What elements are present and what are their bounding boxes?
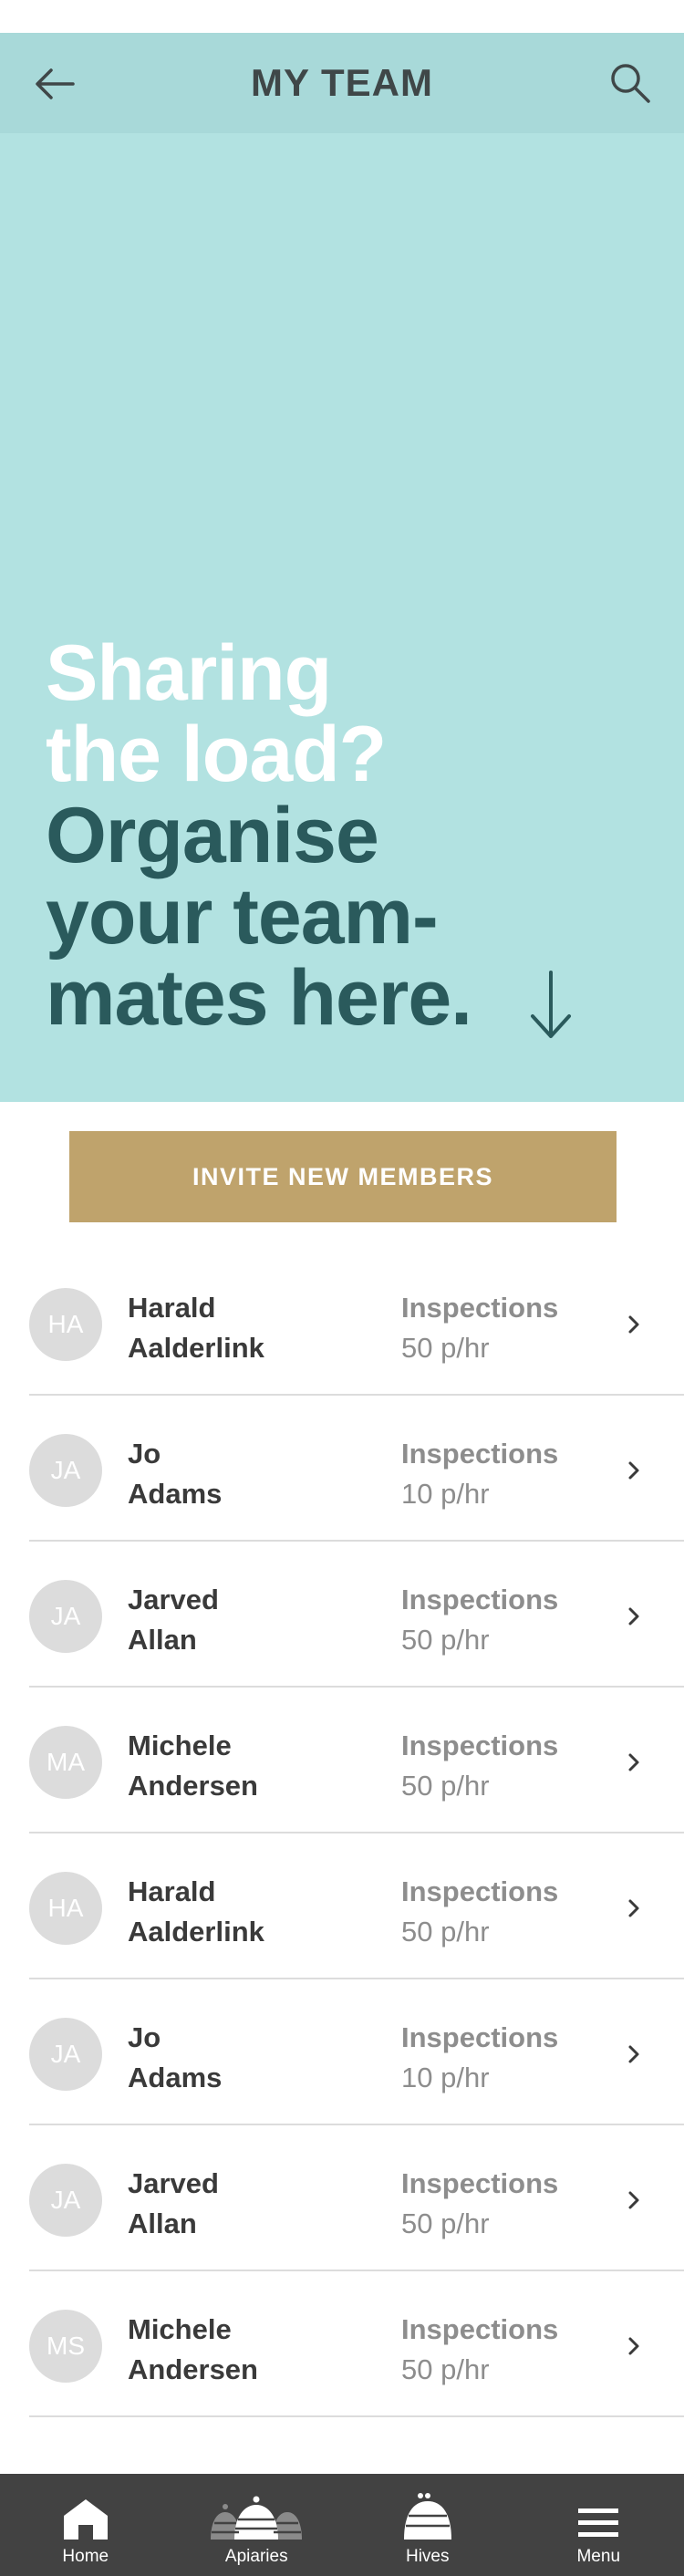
apiaries-icon [211,2496,303,2540]
member-row[interactable]: MA Michele Andersen Inspections 50 p/hr [29,1688,684,1833]
chevron-right-icon[interactable] [622,2187,646,2213]
stat-rate: 50 p/hr [401,1624,490,1656]
nav-apiaries[interactable]: Apiaries [171,2474,343,2576]
member-first-name: Jarved [128,1584,219,1615]
stat-label: Inspections [401,1438,559,1470]
member-row[interactable]: JA Jarved Allan Inspections 50 p/hr [29,2125,684,2271]
member-stats: Inspections 50 p/hr [401,1288,558,1368]
hero-line-2: the load? [46,711,387,798]
member-first-name: Michele [128,1729,232,1761]
nav-hives[interactable]: Hives [342,2474,513,2576]
nav-menu[interactable]: Menu [513,2474,684,2576]
search-icon[interactable] [609,62,651,104]
hive-icon [403,2493,451,2540]
chevron-right-icon[interactable] [622,1458,646,1483]
status-bar-space [0,0,684,33]
avatar: HA [29,1872,102,1945]
member-stats: Inspections 50 p/hr [401,1872,558,1952]
bottom-navigation: Home Apiaries Hives Menu [0,2474,684,2576]
member-name: Jarved Allan [128,1580,219,1660]
nav-home-label: Home [62,2547,109,2566]
member-last-name: Adams [128,1478,223,1510]
member-name: Jo Adams [128,1434,222,1514]
member-first-name: Harald [128,1875,216,1907]
home-icon [63,2499,108,2540]
member-row[interactable]: HA Harald Aalderlink Inspections 50 p/hr [29,1250,684,1396]
stat-rate: 50 p/hr [401,2207,490,2239]
chevron-right-icon[interactable] [622,2333,646,2359]
top-app-bar: MY TEAM [0,33,684,133]
member-row[interactable]: HA Harald Aalderlink Inspections 50 p/hr [29,1833,684,1979]
member-last-name: Aalderlink [128,1332,264,1364]
stat-label: Inspections [401,2021,559,2053]
arrow-down-icon[interactable] [527,969,575,1042]
chevron-right-icon[interactable] [622,1604,646,1629]
member-last-name: Aalderlink [128,1916,264,1948]
invite-new-members-button[interactable]: INVITE NEW MEMBERS [69,1131,617,1222]
member-last-name: Allan [128,1624,197,1656]
member-first-name: Jo [128,1438,161,1470]
member-name: Jarved Allan [128,2164,219,2244]
stat-rate: 50 p/hr [401,1770,490,1802]
member-name: Harald Aalderlink [128,1872,264,1952]
member-row[interactable]: JA Jo Adams Inspections 10 p/hr [29,1396,684,1542]
member-first-name: Jarved [128,2167,219,2199]
chevron-right-icon[interactable] [622,1750,646,1775]
nav-home[interactable]: Home [0,2474,171,2576]
member-list: HA Harald Aalderlink Inspections 50 p/hr… [29,1250,684,2417]
stat-label: Inspections [401,2313,559,2345]
member-first-name: Harald [128,1292,216,1324]
avatar: HA [29,1288,102,1361]
member-name: Jo Adams [128,2018,222,2098]
member-stats: Inspections 50 p/hr [401,2164,558,2244]
nav-menu-label: Menu [576,2547,621,2566]
member-last-name: Allan [128,2207,197,2239]
stat-rate: 10 p/hr [401,1478,490,1510]
nav-hives-label: Hives [405,2547,450,2566]
page-title: MY TEAM [251,61,433,104]
stat-label: Inspections [401,1875,559,1907]
stat-label: Inspections [401,1292,559,1324]
avatar: JA [29,1580,102,1653]
chevron-right-icon[interactable] [622,1896,646,1921]
member-stats: Inspections 10 p/hr [401,1434,558,1514]
hero-banner: Sharing the load? Organise your team- ma… [0,133,684,1102]
member-stats: Inspections 50 p/hr [401,1726,558,1806]
stat-rate: 10 p/hr [401,2062,490,2093]
member-stats: Inspections 50 p/hr [401,2310,558,2390]
hero-line-1: Sharing [46,629,332,717]
stat-rate: 50 p/hr [401,1332,490,1364]
member-name: Michele Andersen [128,1726,258,1806]
back-arrow-icon[interactable] [33,66,77,102]
member-row[interactable]: MS Michele Andersen Inspections 50 p/hr [29,2271,684,2417]
member-row[interactable]: JA Jo Adams Inspections 10 p/hr [29,1979,684,2125]
nav-apiaries-label: Apiaries [224,2547,288,2566]
member-first-name: Jo [128,2021,161,2053]
member-stats: Inspections 50 p/hr [401,1580,558,1660]
stat-rate: 50 p/hr [401,2353,490,2385]
avatar: JA [29,1434,102,1507]
avatar: MA [29,1726,102,1799]
member-stats: Inspections 10 p/hr [401,2018,558,2098]
member-last-name: Andersen [128,1770,258,1802]
chevron-right-icon[interactable] [622,1312,646,1337]
stat-label: Inspections [401,2167,559,2199]
member-first-name: Michele [128,2313,232,2345]
avatar: JA [29,2164,102,2237]
avatar: JA [29,2018,102,2091]
member-last-name: Andersen [128,2353,258,2385]
stat-label: Inspections [401,1729,559,1761]
hamburger-menu-icon [578,2508,619,2537]
stat-rate: 50 p/hr [401,1916,490,1948]
member-row[interactable]: JA Jarved Allan Inspections 50 p/hr [29,1542,684,1688]
chevron-right-icon[interactable] [622,2041,646,2067]
hero-line-4: your team- [46,873,439,961]
member-last-name: Adams [128,2062,223,2093]
hero-line-3: Organise [46,792,379,879]
stat-label: Inspections [401,1584,559,1615]
avatar: MS [29,2310,102,2383]
member-name: Michele Andersen [128,2310,258,2390]
member-name: Harald Aalderlink [128,1288,264,1368]
